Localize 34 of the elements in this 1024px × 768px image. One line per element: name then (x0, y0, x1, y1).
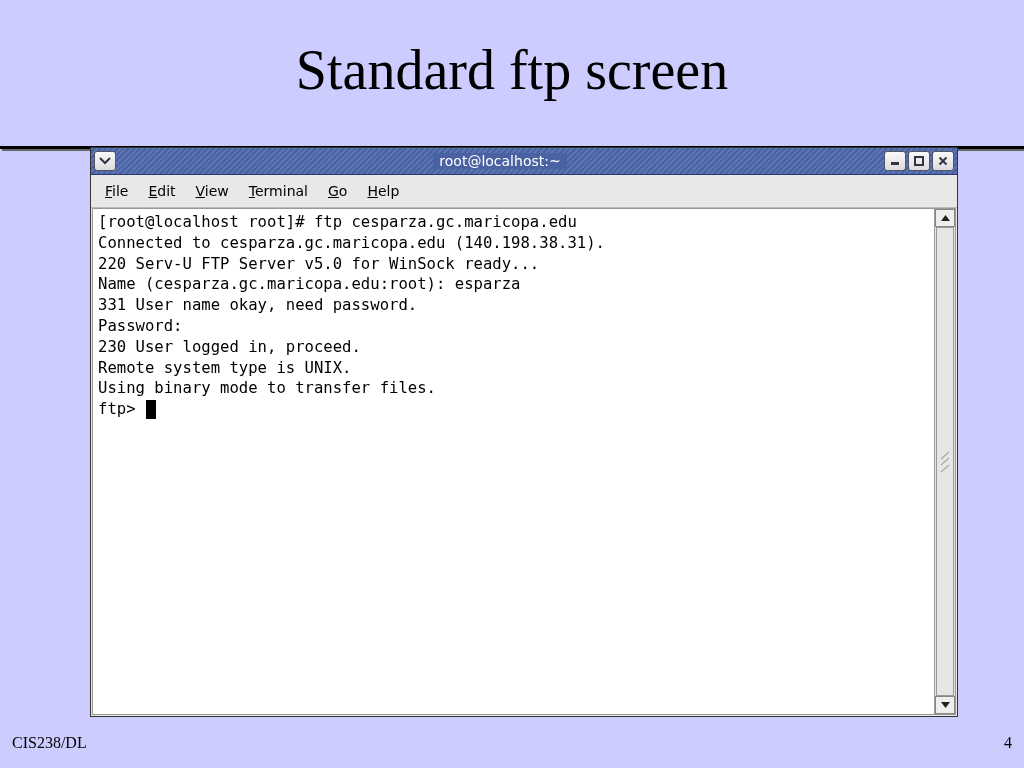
grip-icon (940, 450, 950, 473)
terminal-line: 220 Serv-U FTP Server v5.0 for WinSock ready... (98, 253, 541, 275)
terminal-line: 331 User name okay, need password. (98, 295, 419, 316)
up-arrow-icon (940, 215, 950, 221)
window-title: root@localhost:~ (433, 153, 567, 169)
close-button[interactable] (932, 151, 954, 171)
terminal-prompt: ftp> (98, 399, 136, 420)
chevron-down-icon (99, 157, 111, 165)
text-cursor (145, 400, 156, 420)
terminal-line: [root@localhost root]# ftp cesparza.gc.maricopa.edu (98, 212, 578, 233)
down-arrow-icon (940, 702, 950, 708)
minimize-button[interactable] (884, 151, 906, 171)
scroll-down-button[interactable] (935, 696, 955, 714)
menu-item[interactable]: File (105, 183, 129, 199)
terminal-line: Using binary mode to transfer files. (98, 378, 437, 400)
scrollbar[interactable] (934, 209, 955, 714)
menu-item[interactable]: View (195, 183, 229, 199)
terminal-line: Name (cesparza.gc.maricopa.edu:root): esparza (98, 274, 522, 296)
close-icon (938, 156, 948, 166)
terminal-line: Connected to cesparza.gc.maricopa.edu (140.198.38.31). (98, 232, 606, 254)
menu-item[interactable]: Help (367, 183, 400, 199)
window-menu-button[interactable] (94, 151, 116, 171)
scroll-up-button[interactable] (935, 209, 955, 227)
menu-item[interactable]: Edit (148, 183, 176, 199)
maximize-button[interactable] (908, 151, 930, 171)
footer-text: CIS238/DL (12, 733, 87, 752)
terminal-line: Remote system type is UNIX. (98, 357, 353, 379)
page-number: 4 (1004, 733, 1012, 752)
terminal-line: 230 User logged in, proceed. (98, 336, 362, 358)
menu-item[interactable]: Go (328, 183, 348, 199)
slide-title: Standard ftp screen (295, 38, 729, 103)
maximize-icon (914, 156, 924, 166)
terminal-line: Password: (98, 316, 184, 337)
menu-item[interactable]: Terminal (248, 183, 308, 199)
